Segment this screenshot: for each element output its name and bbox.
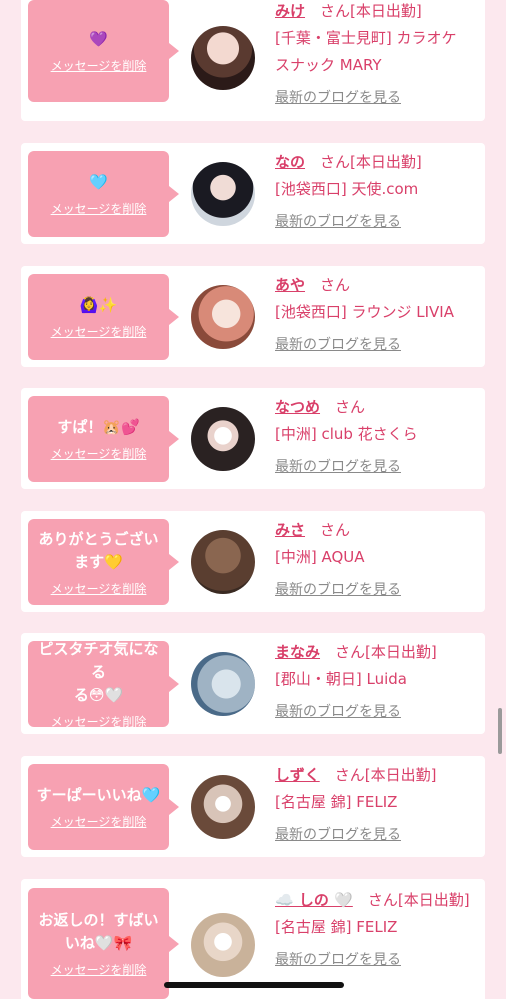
scrollbar[interactable]	[498, 708, 502, 754]
message-text: ありがとうござい ます💛	[38, 529, 159, 571]
honorific: さん	[335, 643, 366, 661]
message-bubble: 💜 メッセージを削除	[28, 0, 179, 102]
profile-info: みけ さん[本日出勤] [千葉・富士見町] カラオケ スナック MARY 最新の…	[275, 0, 481, 112]
message-text: ピスタチオ気になる る😳🤍	[38, 640, 159, 704]
profile-name[interactable]: まなみ	[275, 643, 320, 661]
shop-line: [中洲] AQUA	[275, 548, 365, 566]
home-indicator[interactable]	[164, 982, 344, 988]
avatar[interactable]	[191, 530, 255, 594]
message-card: お返しの！すばい いね🤍🎀 メッセージを削除 ☁️ しの 🤍 さん[本日出勤] …	[21, 879, 485, 999]
delete-message-link[interactable]: メッセージを削除	[51, 813, 147, 830]
shop-line: [名古屋 錦] FELIZ	[275, 793, 398, 811]
shop-line: [池袋西口] ラウンジ LIVIA	[275, 303, 454, 321]
profile-info: まなみ さん[本日出勤] [郡山・朝日] Luida 最新のブログを見る	[275, 639, 481, 726]
profile-info: なつめ さん [中洲] club 花さくら 最新のブログを見る	[275, 394, 481, 481]
message-card: すーぱーいいね🩵 メッセージを削除 しずく さん[本日出勤] [名古屋 錦] F…	[21, 756, 485, 857]
message-bubble: お返しの！すばい いね🤍🎀 メッセージを削除	[28, 888, 179, 999]
shop-line: [郡山・朝日] Luida	[275, 670, 407, 688]
message-card: 🩵 メッセージを削除 なの さん[本日出勤] [池袋西口] 天使.com 最新の…	[21, 143, 485, 244]
message-text: すーぱーいいね🩵	[36, 786, 161, 804]
latest-blog-link[interactable]: 最新のブログを見る	[275, 947, 401, 974]
delete-message-link[interactable]: メッセージを削除	[51, 200, 147, 217]
message-card: ピスタチオ気になる る😳🤍 メッセージを削除 まなみ さん[本日出勤] [郡山・…	[21, 633, 485, 734]
avatar[interactable]	[191, 913, 255, 977]
work-status: [本日出勤]	[397, 891, 470, 909]
honorific: さん	[320, 521, 351, 539]
profile-info: しずく さん[本日出勤] [名古屋 錦] FELIZ 最新のブログを見る	[275, 762, 481, 849]
delete-message-link[interactable]: メッセージを削除	[51, 323, 147, 340]
avatar[interactable]	[191, 775, 255, 839]
profile-info: あや さん [池袋西口] ラウンジ LIVIA 最新のブログを見る	[275, 272, 481, 359]
delete-message-link[interactable]: メッセージを削除	[51, 445, 147, 462]
message-card: 💜 メッセージを削除 みけ さん[本日出勤] [千葉・富士見町] カラオケ スナ…	[21, 0, 485, 121]
profile-name[interactable]: ☁️ しの 🤍	[275, 891, 353, 909]
work-status: [本日出勤]	[364, 766, 437, 784]
message-text: すぱ！🐹💕	[57, 418, 140, 436]
profile-name[interactable]: なつめ	[275, 398, 320, 416]
delete-message-link[interactable]: メッセージを削除	[51, 580, 147, 597]
profile-name[interactable]: あや	[275, 276, 305, 294]
honorific: さん	[320, 153, 351, 171]
honorific: さん	[335, 398, 366, 416]
message-bubble: ピスタチオ気になる る😳🤍 メッセージを削除	[28, 640, 179, 730]
shop-line: スナック MARY	[275, 56, 382, 74]
delete-message-link[interactable]: メッセージを削除	[51, 961, 147, 978]
latest-blog-link[interactable]: 最新のブログを見る	[275, 699, 401, 726]
work-status: [本日出勤]	[365, 643, 437, 661]
message-bubble: 🩵 メッセージを削除	[28, 151, 179, 237]
honorific: さん	[367, 891, 398, 909]
message-bubble: 🙆‍♀️✨ メッセージを削除	[28, 274, 179, 360]
work-status: [本日出勤]	[350, 2, 422, 20]
avatar[interactable]	[191, 162, 255, 226]
message-card: 🙆‍♀️✨ メッセージを削除 あや さん [池袋西口] ラウンジ LIVIA 最…	[21, 266, 485, 367]
honorific: さん	[320, 2, 351, 20]
message-bubble: ありがとうござい ます💛 メッセージを削除	[28, 519, 179, 605]
latest-blog-link[interactable]: 最新のブログを見る	[275, 209, 401, 236]
avatar[interactable]	[191, 652, 255, 716]
latest-blog-link[interactable]: 最新のブログを見る	[275, 822, 401, 849]
message-card: すぱ！🐹💕 メッセージを削除 なつめ さん [中洲] club 花さくら 最新の…	[21, 388, 485, 489]
profile-name[interactable]: みさ	[275, 521, 305, 539]
profile-name[interactable]: なの	[275, 153, 305, 171]
delete-message-link[interactable]: メッセージを削除	[51, 57, 147, 74]
message-text: 🩵	[89, 173, 108, 191]
honorific: さん	[320, 276, 351, 294]
message-card: ありがとうござい ます💛 メッセージを削除 みさ さん [中洲] AQUA 最新…	[21, 511, 485, 612]
honorific: さん	[334, 766, 365, 784]
message-text: 🙆‍♀️✨	[79, 296, 118, 314]
shop-line: [池袋西口] 天使.com	[275, 180, 419, 198]
profile-info: ☁️ しの 🤍 さん[本日出勤] [名古屋 錦] FELIZ 最新のブログを見る	[275, 887, 481, 974]
latest-blog-link[interactable]: 最新のブログを見る	[275, 332, 401, 359]
message-text: 💜	[89, 30, 108, 48]
latest-blog-link[interactable]: 最新のブログを見る	[275, 85, 401, 112]
profile-info: みさ さん [中洲] AQUA 最新のブログを見る	[275, 517, 481, 604]
message-bubble: すぱ！🐹💕 メッセージを削除	[28, 396, 179, 482]
avatar[interactable]	[191, 26, 255, 90]
message-text: お返しの！すばい いね🤍🎀	[38, 911, 159, 952]
message-bubble: すーぱーいいね🩵 メッセージを削除	[28, 764, 179, 850]
work-status: [本日出勤]	[350, 153, 422, 171]
profile-info: なの さん[本日出勤] [池袋西口] 天使.com 最新のブログを見る	[275, 149, 481, 236]
shop-line: [名古屋 錦] FELIZ	[275, 918, 398, 936]
profile-name[interactable]: みけ	[275, 2, 305, 20]
profile-name[interactable]: しずく	[275, 766, 320, 784]
latest-blog-link[interactable]: 最新のブログを見る	[275, 454, 401, 481]
avatar[interactable]	[191, 285, 255, 349]
avatar[interactable]	[191, 407, 255, 471]
delete-message-link[interactable]: メッセージを削除	[51, 713, 147, 730]
shop-line: [中洲] club 花さくら	[275, 425, 418, 443]
latest-blog-link[interactable]: 最新のブログを見る	[275, 577, 401, 604]
shop-line: [千葉・富士見町] カラオケ	[275, 29, 457, 47]
